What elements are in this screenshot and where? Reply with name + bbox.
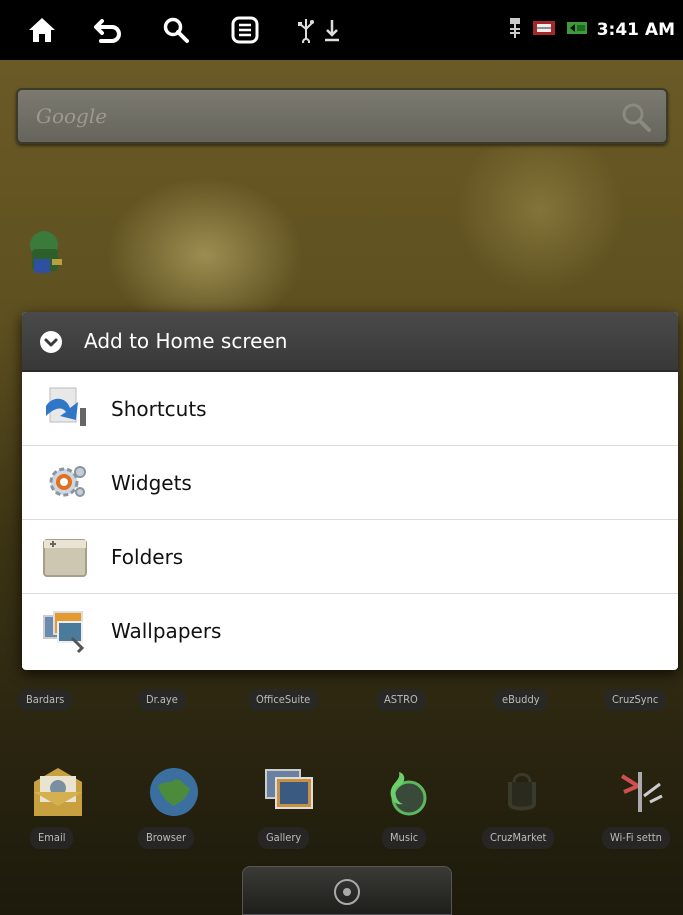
dialog-header: Add to Home screen	[22, 312, 678, 372]
google-logo: Google	[36, 104, 108, 128]
music-app-icon[interactable]	[375, 762, 435, 822]
shortcuts-icon	[42, 386, 90, 432]
chevron-down-circle-icon	[38, 329, 64, 355]
menu-icon[interactable]	[229, 14, 261, 46]
android-robot-icon[interactable]	[22, 225, 70, 283]
home-icon[interactable]	[26, 14, 58, 46]
add-to-home-dialog: Add to Home screen Shortcuts Widgets Fol…	[22, 312, 678, 670]
status-clock: 3:41 AM	[596, 20, 675, 40]
app-label[interactable]: Email	[30, 827, 74, 849]
wifi-settings-app-icon[interactable]	[610, 762, 670, 822]
app-label[interactable]: Wi-Fi settn	[602, 827, 670, 849]
app-drawer-icon	[334, 879, 360, 905]
dialog-item-label: Widgets	[111, 471, 192, 495]
app-label[interactable]: eBuddy	[494, 689, 548, 711]
app-label[interactable]: CruzMarket	[482, 827, 555, 849]
app-label[interactable]: Dr.aye	[138, 689, 186, 711]
app-label[interactable]: Gallery	[258, 827, 310, 849]
search-icon[interactable]	[160, 14, 192, 46]
dialog-title: Add to Home screen	[84, 329, 288, 353]
magnifier-icon[interactable]	[620, 101, 652, 133]
app-label[interactable]: ASTRO	[376, 689, 426, 711]
status-bar: 3:41 AM	[0, 0, 683, 60]
gallery-app-icon[interactable]	[260, 762, 320, 822]
download-icon	[316, 14, 348, 46]
app-label[interactable]: Browser	[138, 827, 195, 849]
wallpapers-icon	[42, 608, 90, 654]
back-icon[interactable]	[92, 14, 124, 46]
app-label[interactable]: OfficeSuite	[248, 689, 319, 711]
dialog-item-widgets[interactable]: Widgets	[22, 446, 678, 520]
google-search-widget[interactable]: Google	[16, 88, 668, 144]
dialog-item-label: Wallpapers	[111, 619, 222, 643]
dialog-item-wallpapers[interactable]: Wallpapers	[22, 594, 678, 668]
app-drawer-handle[interactable]	[242, 866, 452, 915]
app-label[interactable]: Bardars	[18, 689, 73, 711]
email-app-icon[interactable]	[28, 762, 88, 822]
widgets-icon	[42, 460, 90, 506]
usb-debug-icon	[507, 16, 523, 44]
dialog-item-label: Folders	[111, 545, 184, 569]
app-label[interactable]: CruzSync	[604, 689, 667, 711]
app-label[interactable]: Music	[382, 827, 427, 849]
folder-icon	[42, 534, 90, 580]
battery-icon	[565, 17, 589, 43]
dialog-item-shortcuts[interactable]: Shortcuts	[22, 372, 678, 446]
dialog-item-folders[interactable]: Folders	[22, 520, 678, 594]
dialog-item-label: Shortcuts	[111, 397, 207, 421]
browser-app-icon[interactable]	[144, 762, 204, 822]
sd-card-icon	[531, 17, 557, 43]
cruzmarket-app-icon[interactable]	[492, 762, 552, 822]
